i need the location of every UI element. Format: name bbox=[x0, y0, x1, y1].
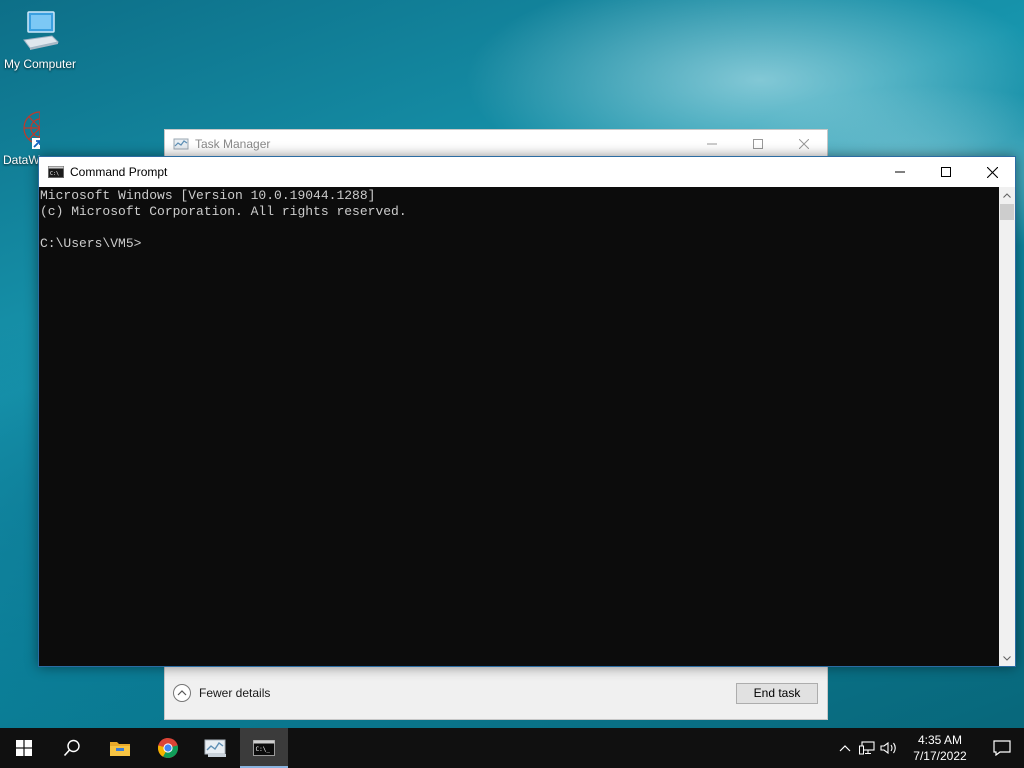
network-icon bbox=[859, 741, 875, 755]
task-manager-icon bbox=[173, 138, 189, 150]
clock-time: 4:35 AM bbox=[917, 733, 963, 747]
desktop-icon-label: DataW bbox=[3, 153, 40, 167]
end-task-button[interactable]: End task bbox=[736, 682, 818, 704]
taskbar-chrome[interactable] bbox=[144, 728, 192, 768]
command-prompt-window[interactable]: C:\ Command Prompt Microsoft Windows [Ve… bbox=[38, 156, 1016, 667]
chevron-up-icon bbox=[173, 684, 191, 702]
close-button[interactable] bbox=[969, 157, 1015, 187]
svg-text:C:\: C:\ bbox=[50, 171, 59, 177]
chrome-icon bbox=[157, 738, 179, 759]
taskbar-command-prompt[interactable]: C:\_ bbox=[240, 728, 288, 768]
desktop-icon-label: My Computer bbox=[3, 57, 77, 71]
task-manager-icon bbox=[204, 739, 226, 757]
desktop-icon-my-computer[interactable]: My Computer bbox=[0, 10, 80, 71]
minimize-icon bbox=[707, 143, 717, 145]
volume-icon bbox=[880, 741, 896, 755]
search-icon bbox=[63, 739, 80, 757]
desktop-icon-dataw[interactable]: DataW bbox=[0, 108, 40, 167]
scrollbar-thumb[interactable] bbox=[1000, 204, 1014, 220]
taskbar-clock[interactable]: 4:35 AM 7/17/2022 bbox=[900, 732, 980, 764]
console-prompt-line: C:\Users\VM5> bbox=[40, 236, 142, 251]
network-button[interactable] bbox=[856, 728, 878, 768]
command-prompt-title-bar[interactable]: C:\ Command Prompt bbox=[39, 157, 1015, 187]
action-center-button[interactable] bbox=[980, 728, 1024, 768]
dataw-app-icon bbox=[23, 111, 40, 149]
window-title: Task Manager bbox=[195, 137, 271, 151]
svg-text:C:\_: C:\_ bbox=[256, 746, 271, 753]
window-title: Command Prompt bbox=[70, 165, 168, 179]
close-icon bbox=[799, 139, 809, 149]
minimize-button[interactable] bbox=[689, 130, 735, 158]
maximize-button[interactable] bbox=[923, 157, 969, 187]
taskbar: C:\_ 4:35 AM 7/17/2022 bbox=[0, 728, 1024, 768]
computer-icon bbox=[23, 11, 60, 50]
command-prompt-icon: C:\_ bbox=[253, 740, 275, 756]
start-icon bbox=[16, 740, 32, 756]
search-button[interactable] bbox=[48, 728, 96, 768]
command-prompt-icon: C:\ bbox=[48, 166, 64, 178]
maximize-icon bbox=[753, 139, 763, 149]
taskbar-task-manager[interactable] bbox=[192, 728, 240, 768]
volume-button[interactable] bbox=[878, 728, 900, 768]
task-manager-footer: Fewer details End task bbox=[165, 667, 827, 719]
file-explorer-icon bbox=[110, 742, 130, 756]
task-manager-title-bar[interactable]: Task Manager bbox=[165, 130, 827, 158]
close-icon bbox=[986, 166, 998, 178]
show-hidden-icons-button[interactable] bbox=[834, 728, 856, 768]
vertical-scrollbar[interactable] bbox=[999, 187, 1015, 666]
maximize-icon bbox=[941, 167, 951, 177]
console-line: ​ bbox=[40, 220, 999, 236]
start-button[interactable] bbox=[0, 728, 48, 768]
system-tray: 4:35 AM 7/17/2022 bbox=[834, 728, 1024, 768]
maximize-button[interactable] bbox=[735, 130, 781, 158]
console-line: (c) Microsoft Corporation. All rights re… bbox=[40, 204, 407, 219]
clock-date: 7/17/2022 bbox=[913, 749, 967, 763]
scroll-down-button[interactable] bbox=[999, 650, 1015, 666]
chevron-up-icon bbox=[1003, 192, 1011, 198]
taskbar-file-explorer[interactable] bbox=[96, 728, 144, 768]
minimize-icon bbox=[895, 171, 905, 173]
scroll-up-button[interactable] bbox=[999, 187, 1015, 203]
console-output[interactable]: Microsoft Windows [Version 10.0.19044.12… bbox=[39, 187, 999, 666]
fewer-details-label: Fewer details bbox=[199, 686, 271, 700]
console-line: Microsoft Windows [Version 10.0.19044.12… bbox=[40, 188, 376, 203]
minimize-button[interactable] bbox=[877, 157, 923, 187]
fewer-details-button[interactable]: Fewer details bbox=[173, 684, 270, 702]
close-button[interactable] bbox=[781, 130, 827, 158]
chevron-down-icon bbox=[1003, 655, 1011, 661]
chevron-up-icon bbox=[839, 744, 851, 751]
notification-icon bbox=[993, 740, 1011, 756]
